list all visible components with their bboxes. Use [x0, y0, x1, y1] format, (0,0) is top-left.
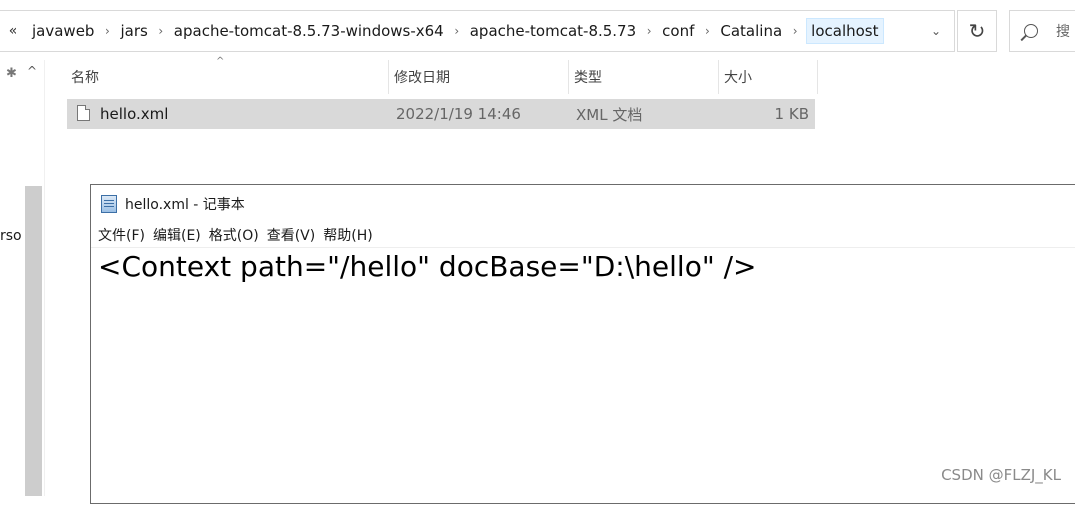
chevron-right-icon[interactable]: › [154, 24, 168, 38]
file-name-cell: hello.xml [67, 105, 388, 123]
file-row[interactable]: hello.xml 2022/1/19 14:46 XML 文档 1 KB [67, 99, 815, 129]
breadcrumb-tomcat[interactable]: apache-tomcat-8.5.73 [464, 22, 642, 40]
column-header-type[interactable]: 类型 [568, 60, 718, 94]
menu-view[interactable]: 查看(V) [267, 225, 323, 245]
breadcrumb-overflow-button[interactable]: « [0, 23, 26, 39]
file-name: hello.xml [100, 105, 169, 123]
menu-bar: 文件(F) 编辑(E) 格式(O) 查看(V) 帮助(H) [98, 225, 381, 245]
breadcrumb-jars[interactable]: jars [114, 22, 153, 40]
window-title: hello.xml - 记事本 [125, 197, 245, 213]
chevron-down-icon[interactable]: ⌄ [926, 11, 946, 51]
chevron-right-icon[interactable]: › [642, 24, 656, 38]
search-input[interactable]: 搜 [1009, 10, 1075, 52]
menu-edit[interactable]: 编辑(E) [153, 225, 208, 245]
breadcrumb-conf[interactable]: conf [656, 22, 700, 40]
file-icon [77, 105, 90, 121]
menu-help[interactable]: 帮助(H) [323, 225, 379, 245]
breadcrumb-tomcat-windows[interactable]: apache-tomcat-8.5.73-windows-x64 [168, 22, 450, 40]
nav-scrollbar[interactable] [25, 186, 42, 496]
text-editor-area[interactable]: <Context path="/hello" docBase="D:\hello… [91, 247, 1075, 506]
notepad-icon [101, 195, 117, 213]
file-type: XML 文档 [576, 105, 643, 124]
breadcrumb-javaweb[interactable]: javaweb [26, 22, 100, 40]
menu-file[interactable]: 文件(F) [98, 225, 152, 245]
refresh-button[interactable]: ↻ [957, 10, 997, 52]
breadcrumb-catalina[interactable]: Catalina [714, 22, 788, 40]
search-icon [1024, 24, 1038, 38]
breadcrumb: « javaweb › jars › apache-tomcat-8.5.73-… [0, 11, 884, 51]
watermark: CSDN @FLZJ_KL [941, 466, 1061, 484]
file-list-header: 名称 ^ 修改日期 类型 大小 [66, 56, 818, 94]
nav-scroll-up-button[interactable]: ^ [27, 64, 37, 78]
column-label: 修改日期 [394, 70, 450, 86]
pane-divider [44, 60, 45, 496]
notepad-title-bar[interactable]: hello.xml - 记事本 [101, 193, 245, 215]
search-placeholder: 搜 [1056, 24, 1070, 40]
column-header-size[interactable]: 大小 [718, 60, 818, 94]
pin-icon[interactable]: ✱ [6, 66, 17, 81]
column-label: 类型 [574, 70, 602, 86]
column-label: 大小 [724, 70, 752, 86]
file-size: 1 KB [774, 105, 809, 123]
column-header-modified[interactable]: 修改日期 [388, 60, 568, 94]
chevron-right-icon[interactable]: › [450, 24, 464, 38]
chevron-right-icon[interactable]: › [700, 24, 714, 38]
column-label: 名称 [71, 70, 99, 86]
notepad-window: hello.xml - 记事本 文件(F) 编辑(E) 格式(O) 查看(V) … [90, 184, 1075, 504]
column-header-name[interactable]: 名称 ^ [66, 56, 388, 94]
editor-content[interactable]: <Context path="/hello" docBase="D:\hello… [98, 250, 757, 283]
chevron-right-icon[interactable]: › [100, 24, 114, 38]
nav-item-label[interactable]: rso [0, 228, 22, 244]
chevron-right-icon[interactable]: › [788, 24, 802, 38]
file-modified: 2022/1/19 14:46 [396, 105, 521, 123]
breadcrumb-localhost[interactable]: localhost [806, 18, 884, 44]
menu-format[interactable]: 格式(O) [209, 225, 266, 245]
sort-ascending-icon: ^ [216, 56, 225, 67]
address-bar[interactable]: « javaweb › jars › apache-tomcat-8.5.73-… [0, 10, 955, 52]
